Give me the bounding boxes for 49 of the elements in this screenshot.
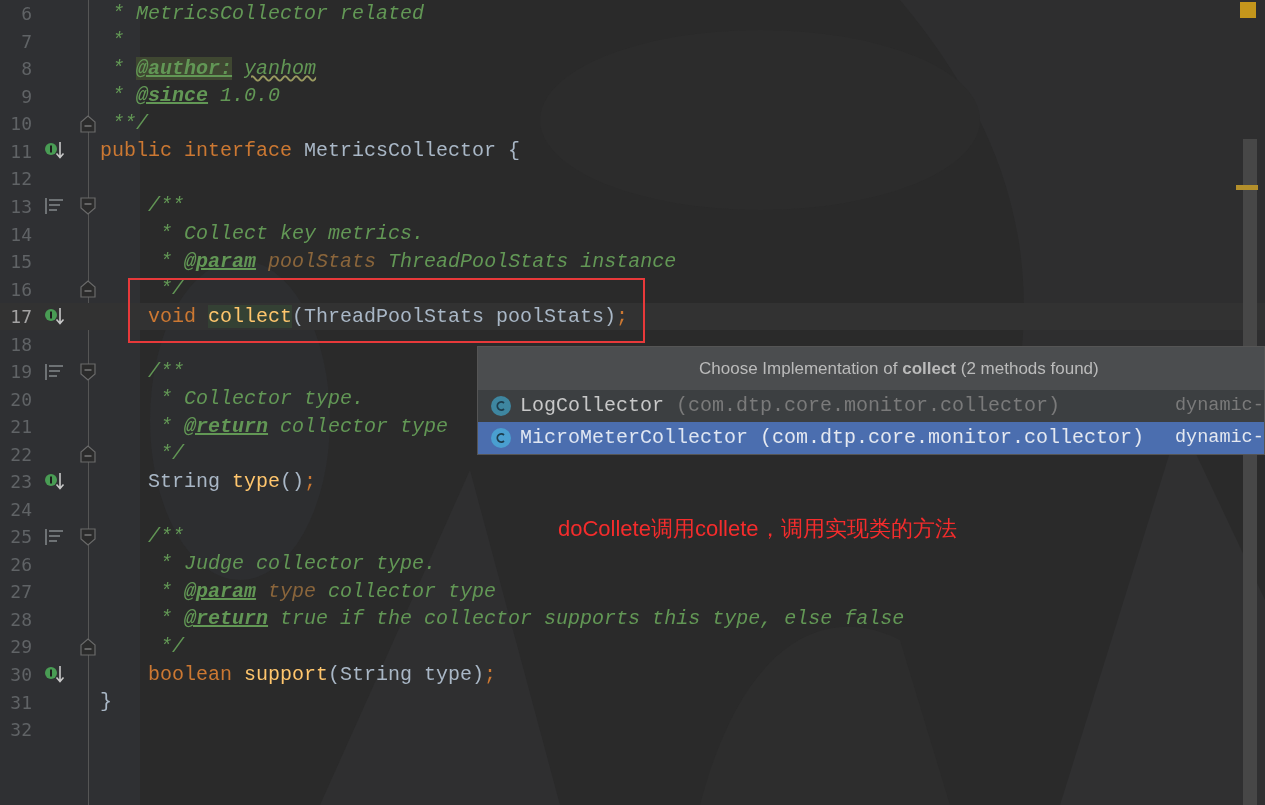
annotation-text: doCollete调用collete，调用实现类的方法 <box>558 515 957 543</box>
code-line: * @since 1.0.0 <box>111 83 281 110</box>
code-line: void collect(ThreadPoolStats poolStats); <box>147 303 629 330</box>
circle-arrow-icon[interactable] <box>44 471 66 492</box>
fold-marker-icon[interactable] <box>80 197 96 216</box>
code-line: * @param poolStats ThreadPoolStats instance <box>159 248 677 275</box>
circle-arrow-icon[interactable] <box>44 306 66 327</box>
code-line: /** <box>147 193 185 220</box>
code-line: * MetricsCollector related <box>111 0 425 27</box>
code-line: public interface MetricsCollector { <box>100 138 521 165</box>
lines-icon[interactable] <box>44 362 64 381</box>
code-line: * <box>111 28 125 55</box>
fold-marker-icon[interactable] <box>80 527 96 546</box>
circle-arrow-icon[interactable] <box>44 664 66 685</box>
package-name: (com.dtp.core.monitor.collector) <box>676 393 1061 419</box>
code-line: /** <box>147 523 185 550</box>
code-line: * @author: yanhom <box>111 55 317 82</box>
fold-marker-icon[interactable] <box>80 362 96 381</box>
warning-mark <box>1236 185 1258 190</box>
class-name: MicroMeterCollector <box>520 425 749 451</box>
fold-marker-icon[interactable] <box>80 445 96 464</box>
code-line: * @return true if the collector supports this type, else false <box>159 606 905 633</box>
code-line: * Collector type. <box>159 386 365 413</box>
code-line: boolean support(String type); <box>147 661 497 688</box>
code-line: **/ <box>111 110 149 137</box>
package-name: (com.dtp.core.monitor.collector) <box>760 425 1145 451</box>
code-line: */ <box>159 276 185 303</box>
class-icon <box>490 395 512 417</box>
lines-icon[interactable] <box>44 197 64 216</box>
class-icon <box>490 427 512 449</box>
fold-marker-icon[interactable] <box>80 114 96 133</box>
code-line: } <box>100 689 112 716</box>
code-line: /** <box>147 358 185 385</box>
module-name: dynamic- <box>1175 426 1264 451</box>
code-line: */ <box>159 634 185 660</box>
code-line: String type(); <box>147 468 317 495</box>
line-number: 17 <box>9 305 32 330</box>
code-line: * Collect key metrics. <box>159 221 425 247</box>
code-line: * @param type collector type <box>159 578 497 605</box>
popup-title: Choose Implementation of collect (2 methods found) <box>699 357 1099 380</box>
module-name: dynamic- <box>1175 394 1264 419</box>
code-line: * @return collector type <box>159 413 449 440</box>
implementation-item[interactable]: MicroMeterCollector (com.dtp.core.monitor.collector) dynamic- <box>478 422 1264 454</box>
class-name: LogCollector <box>520 393 665 419</box>
lines-icon[interactable] <box>44 527 64 546</box>
code-line: */ <box>159 441 185 468</box>
fold-marker-icon[interactable] <box>80 280 96 299</box>
fold-marker-icon[interactable] <box>80 638 96 656</box>
code-line: * Judge collector type. <box>159 551 437 578</box>
